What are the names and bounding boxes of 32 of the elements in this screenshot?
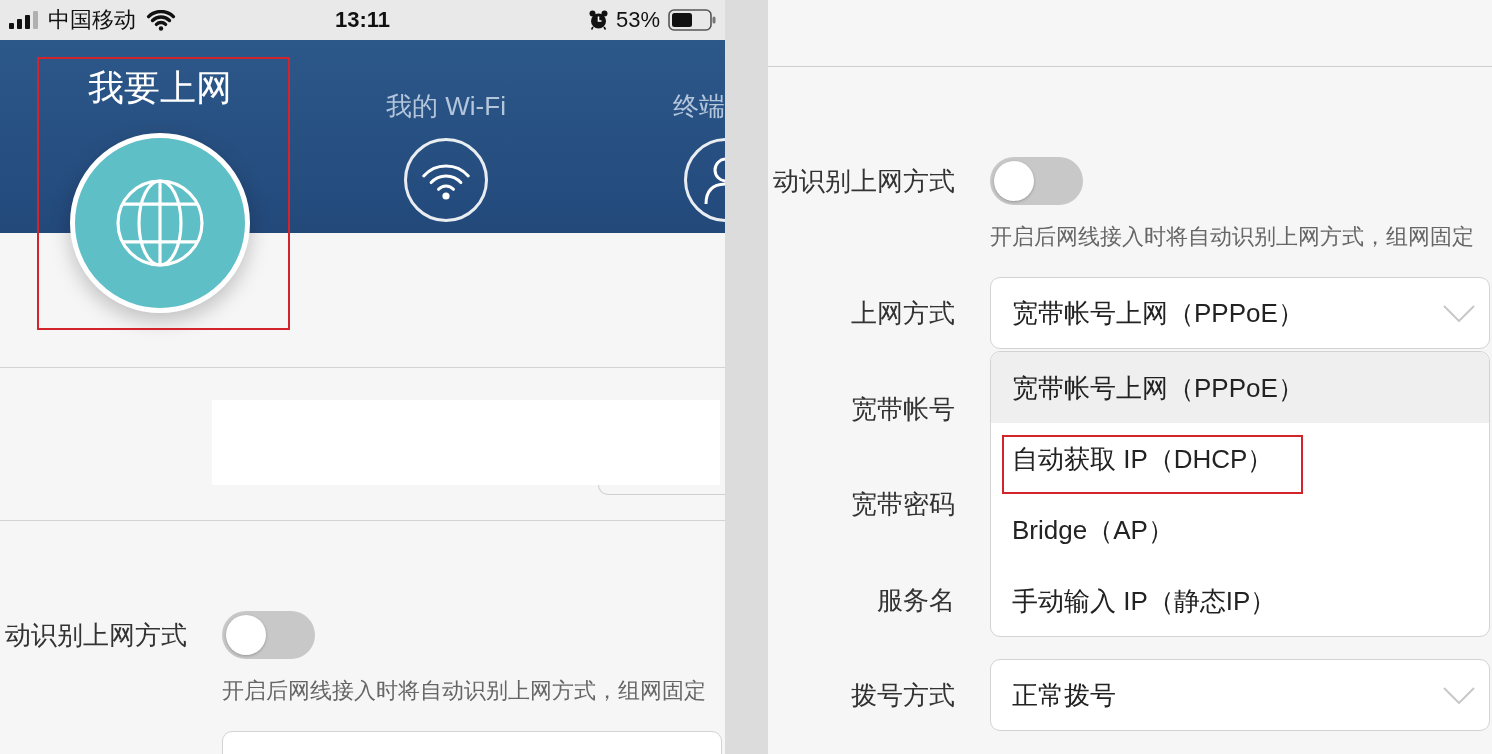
wifi-icon: [404, 138, 488, 222]
person-icon: [684, 138, 725, 222]
setting-label: 动识别上网方式: [4, 619, 187, 652]
status-time: 13:11: [334, 7, 391, 33]
battery-icon: [668, 9, 716, 31]
dropdown-option[interactable]: Bridge（AP）: [991, 494, 1489, 565]
signal-icon: [9, 11, 38, 29]
nav-tab[interactable]: 终端: [589, 40, 725, 222]
alarm-icon: [588, 10, 608, 30]
select-field[interactable]: 正常拨号: [990, 659, 1490, 731]
field-label: 宽带帐号: [850, 392, 955, 426]
carrier-name: 中国移动: [48, 6, 136, 34]
field-label: 宽带密码: [850, 488, 955, 521]
toggle-switch[interactable]: [990, 157, 1083, 205]
toggle-switch[interactable]: [222, 611, 315, 659]
chevron-icon: [1443, 304, 1475, 322]
field-label: 服务名: [876, 583, 955, 617]
globe-icon: [70, 133, 250, 313]
field-label: 上网方式: [850, 297, 955, 330]
dropdown-option[interactable]: 自动获取 IP（DHCP）: [991, 423, 1489, 494]
hint-text: 开启后网线接入时将自动识别上网方式，组网固定: [989, 224, 1475, 251]
battery-percent: 53%: [615, 7, 660, 33]
chevron-icon: [1443, 686, 1475, 704]
field-label: 拨号方式: [850, 679, 955, 712]
wifi-icon: [146, 9, 176, 31]
dropdown-option[interactable]: 手动输入 IP（静态IP）: [991, 565, 1489, 636]
setting-label: 动识别上网方式: [772, 165, 955, 198]
select-field[interactable]: 宽带帐号上网（PPPoE）: [990, 277, 1490, 349]
dropdown-option[interactable]: 宽带帐号上网（PPPoE）: [991, 352, 1489, 423]
nav-tab[interactable]: 我的 Wi-Fi: [303, 40, 589, 222]
nav-tab[interactable]: 我要上网: [17, 40, 303, 333]
hint-text: 开启后网线接入时将自动识别上网方式，组网固定: [221, 678, 707, 705]
